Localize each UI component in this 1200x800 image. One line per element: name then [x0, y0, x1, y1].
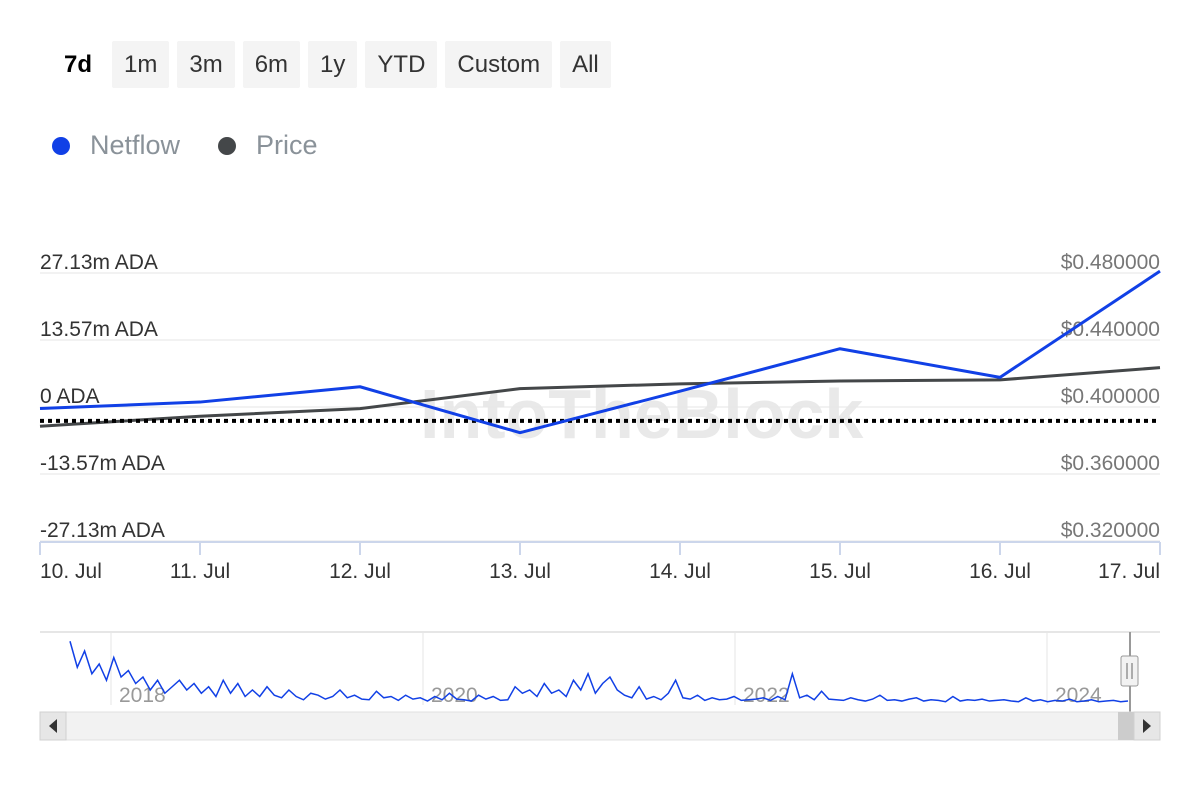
y-left-tick-label: 27.13m ADA: [40, 251, 158, 274]
watermark: IntoTheBlock: [420, 375, 863, 453]
navigator-series-line: [69, 641, 1129, 703]
x-tick-label: 11. Jul: [170, 560, 230, 583]
x-tick-label: 14. Jul: [649, 560, 711, 583]
y-right-tick-label: $0.440000: [1061, 318, 1160, 341]
y-left-tick-label: 13.57m ADA: [40, 318, 158, 341]
y-right-tick-label: $0.320000: [1061, 519, 1160, 542]
y-right-tick-label: $0.360000: [1061, 452, 1160, 475]
navigator: 2018 2020 2022 2024: [39, 631, 1161, 741]
y-right-tick-label: $0.400000: [1061, 385, 1160, 408]
watermark-text: IntoTheBlock: [420, 375, 863, 453]
x-tick-label: 17. Jul: [1098, 560, 1160, 583]
x-tick-label: 13. Jul: [489, 560, 551, 583]
netflow-price-chart: IntoTheBlock 27.13m ADA 13.57m ADA 0 ADA -1…: [39, 251, 1161, 741]
navigator-year-label: 2020: [431, 684, 478, 707]
navigator-year-label: 2022: [743, 684, 790, 707]
x-tick-label: 15. Jul: [809, 560, 871, 583]
y-left-tick-label: 0 ADA: [40, 385, 100, 408]
navigator-year-label: 2024: [1055, 684, 1102, 707]
y-left-tick-label: -27.13m ADA: [40, 519, 165, 542]
y-right-tick-label: $0.480000: [1061, 251, 1160, 274]
x-tick-label: 10. Jul: [40, 560, 102, 583]
grid: [40, 272, 1160, 542]
navigator-year-label: 2018: [119, 684, 166, 707]
y-left-tick-label: -13.57m ADA: [40, 452, 165, 475]
navigator-handle[interactable]: [1120, 655, 1139, 687]
scrollbar-thumb[interactable]: [1118, 712, 1134, 740]
x-tick-label: 12. Jul: [329, 560, 391, 583]
scrollbar-track: [39, 711, 1161, 741]
x-tick-label: 16. Jul: [969, 560, 1031, 583]
